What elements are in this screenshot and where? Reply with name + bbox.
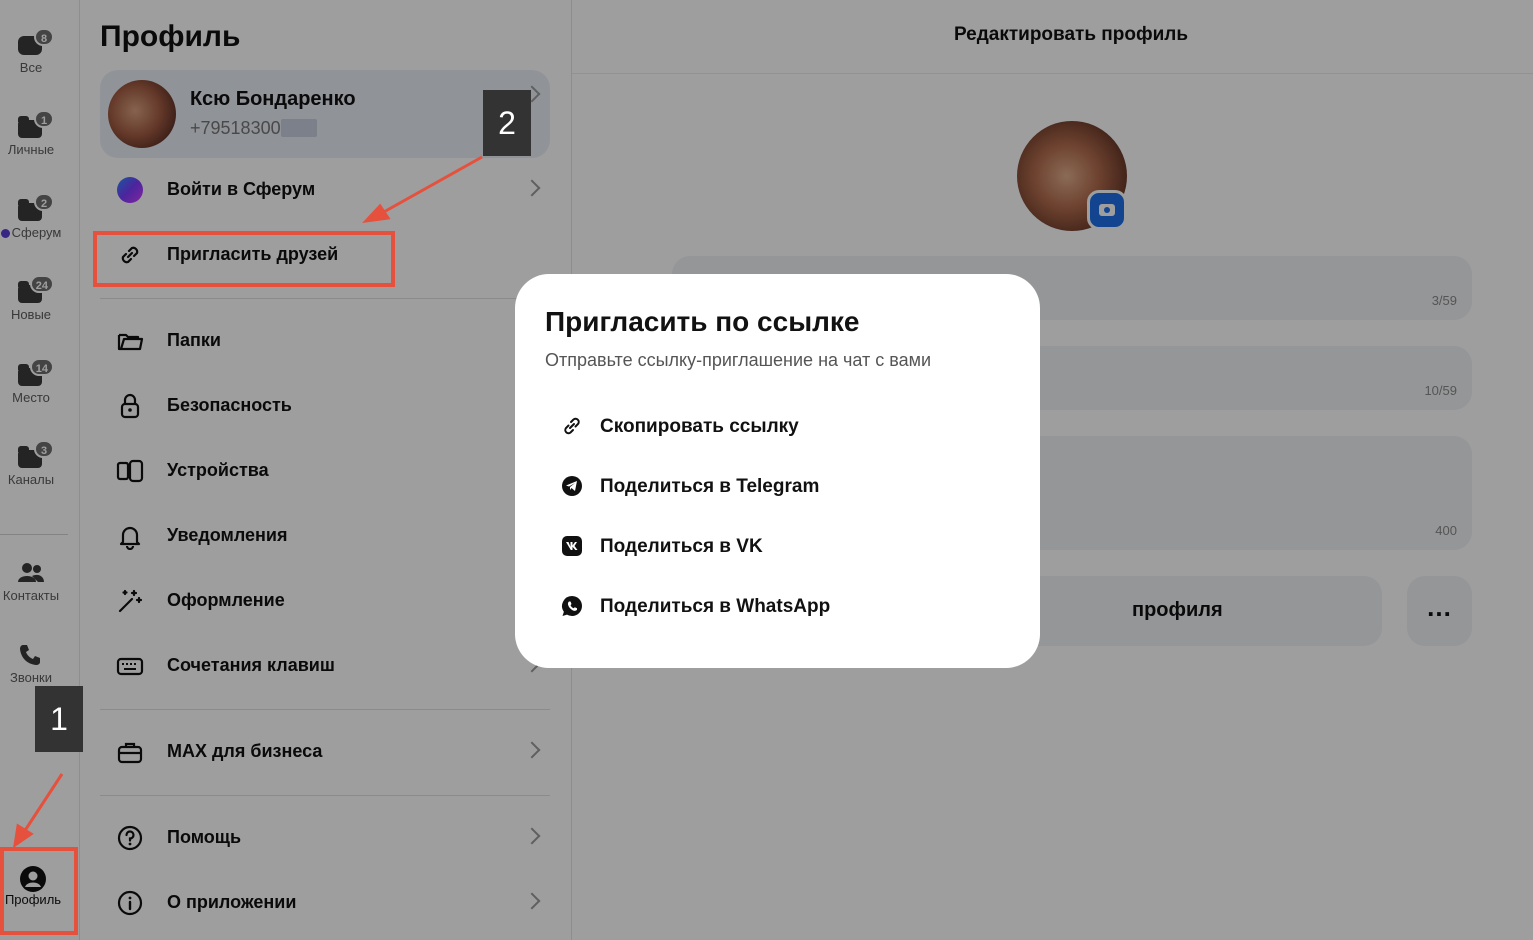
vk-icon bbox=[562, 536, 582, 556]
annotation-step-1: 1 bbox=[35, 686, 83, 752]
annotation-highlight-invite bbox=[93, 231, 395, 287]
modal-title: Пригласить по ссылке bbox=[545, 306, 860, 337]
option-label: Скопировать ссылку bbox=[600, 416, 799, 437]
option-label: Поделиться в WhatsApp bbox=[600, 596, 831, 617]
link-icon bbox=[564, 417, 580, 435]
share-whatsapp-option[interactable]: Поделиться в WhatsApp bbox=[545, 581, 1005, 633]
invite-modal: Пригласить по ссылке Отправьте ссылку-пр… bbox=[515, 274, 1040, 668]
whatsapp-icon bbox=[562, 596, 582, 616]
share-telegram-option[interactable]: Поделиться в Telegram bbox=[545, 461, 1005, 513]
option-label: Поделиться в Telegram bbox=[600, 476, 820, 497]
copy-link-option[interactable]: Скопировать ссылку bbox=[545, 401, 1005, 453]
annotation-highlight-profile bbox=[0, 847, 78, 935]
modal-subtitle: Отправьте ссылку-приглашение на чат с ва… bbox=[545, 350, 932, 370]
annotation-step-2: 2 bbox=[483, 90, 531, 156]
telegram-icon bbox=[562, 476, 582, 496]
share-vk-option[interactable]: Поделиться в VK bbox=[545, 521, 1005, 573]
option-label: Поделиться в VK bbox=[600, 536, 763, 557]
